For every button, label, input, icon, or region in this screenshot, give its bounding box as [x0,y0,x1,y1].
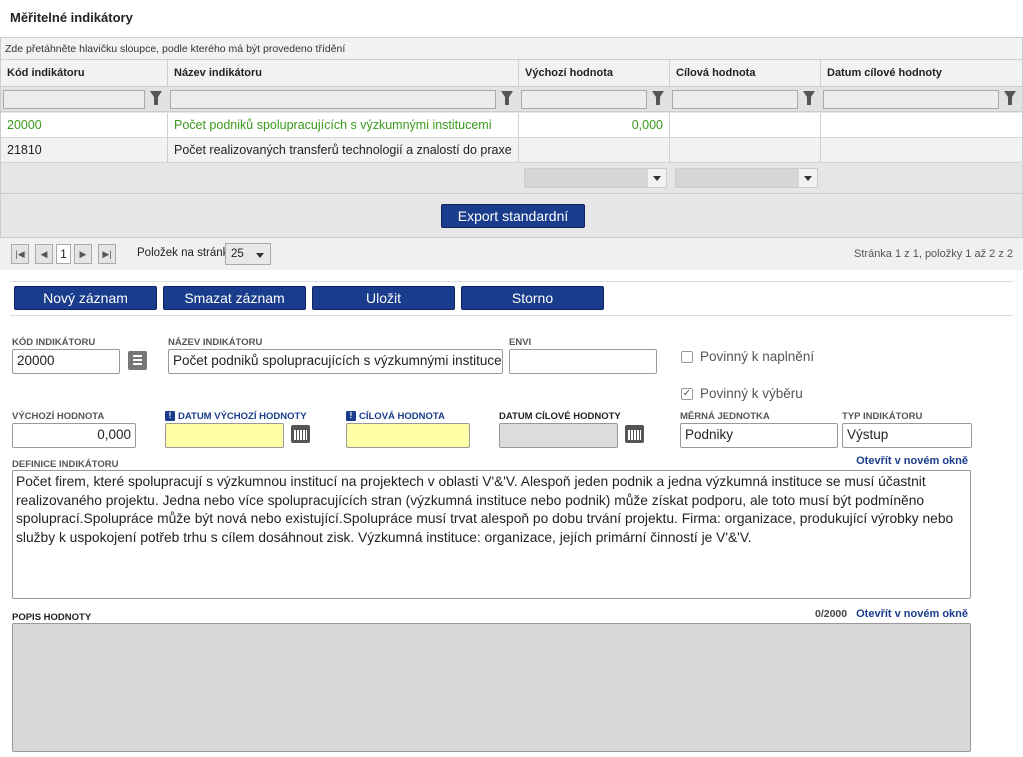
filter-input-base-value[interactable] [521,90,647,109]
base-value-field[interactable]: 0,000 [12,423,136,448]
filter-input-target-date[interactable] [823,90,999,109]
next-page-icon[interactable]: ▶ [74,244,92,264]
envi-label: ENVI [509,337,532,348]
base-date-label-wrap: ! Datum výchozí hodnoty [165,411,307,422]
filter-icon[interactable] [803,91,815,105]
column-header-target-date[interactable]: Datum cílové hodnoty [821,60,1022,87]
pager: |◀ ◀ 1 ▶ ▶| Položek na stránku 25 Stránk… [0,238,1023,270]
last-page-icon[interactable]: ▶| [98,244,116,264]
column-header-name[interactable]: Název indikátoru [168,60,519,87]
target-date-field [499,423,618,448]
required-fill-checkbox[interactable] [681,351,693,363]
pager-summary: Stránka 1 z 1, položky 1 až 2 z 2 [854,248,1013,260]
cell-base-value [519,138,670,163]
column-header-target-value[interactable]: Cílová hodnota [670,60,821,87]
cell-target-value [670,138,821,163]
required-select-label: Povinný k výběru [700,386,803,401]
definition-textarea[interactable]: Počet firem, které spolupracují s výzkum… [12,470,971,599]
prev-page-icon[interactable]: ◀ [35,244,53,264]
new-record-button[interactable]: Nový záznam [14,286,157,310]
group-by-hint: Zde přetáhněte hlavičku sloupce, podle k… [1,38,1022,60]
aggregate-select-target[interactable] [675,168,818,188]
open-definition-new-window-link[interactable]: Otevřít v novém okně [856,455,968,467]
chevron-down-icon [648,169,666,187]
calendar-icon[interactable] [625,425,644,443]
cell-base-value: 0,000 [519,113,670,138]
section-title: Měřitelné indikátory [10,10,133,25]
name-field[interactable]: Počet podniků spolupracujících s výzkumn… [168,349,503,374]
table-row[interactable]: 20000 Počet podniků spolupracujících s v… [1,113,1022,138]
indicator-grid: Zde přetáhněte hlavičku sloupce, podle k… [0,37,1023,238]
per-page-label: Položek na stránku [137,247,235,259]
character-counter: 0/2000 [815,608,848,620]
required-select-checkbox[interactable]: ✓ [681,388,693,400]
name-label: Název indikátoru [168,337,263,348]
page-number-input[interactable]: 1 [56,244,71,264]
cell-target-date [821,138,1022,163]
per-page-value: 25 [231,248,244,260]
filter-icon[interactable] [150,91,162,105]
open-description-new-window-link[interactable]: Otevřít v novém okně [856,608,968,620]
info-icon: ! [346,411,356,422]
first-page-icon[interactable]: |◀ [11,244,29,264]
filter-icon[interactable] [1004,91,1016,105]
unit-label: Měrná jednotka [680,411,770,422]
target-value-label-wrap: ! Cílová hodnota [346,411,445,422]
calendar-icon[interactable] [291,425,310,443]
column-header-code[interactable]: Kód indikátoru [1,60,168,87]
filter-icon[interactable] [652,91,664,105]
chevron-down-icon [256,253,264,258]
cell-target-date [821,113,1022,138]
cell-code: 21810 [1,138,168,163]
export-button[interactable]: Export standardní [441,204,585,228]
chevron-down-icon [799,169,817,187]
aggregate-select-base[interactable] [524,168,667,188]
base-value-label: Výchozí hodnota [12,411,105,422]
cell-name: Počet realizovaných transferů technologi… [168,138,519,163]
filter-input-name[interactable] [170,90,496,109]
filter-input-code[interactable] [3,90,145,109]
target-date-label: Datum cílové hodnoty [499,411,621,422]
filter-icon[interactable] [501,91,513,105]
table-row[interactable]: 21810 Počet realizovaných transferů tech… [1,138,1022,163]
base-date-label: Datum výchozí hodnoty [178,411,307,422]
filter-row [1,87,1022,112]
info-icon: ! [165,411,175,422]
save-button[interactable]: Uložit [312,286,455,310]
cancel-button[interactable]: Storno [461,286,604,310]
envi-field[interactable] [509,349,657,374]
code-label: Kód indikátoru [12,337,96,348]
cell-target-value [670,113,821,138]
value-description-label: Popis hodnoty [12,612,92,623]
list-icon[interactable] [128,351,147,370]
target-value-label: Cílová hodnota [359,411,445,422]
required-fill-label: Povinný k naplnění [700,349,815,364]
indicator-type-field: Výstup [842,423,972,448]
base-date-field[interactable] [165,423,284,448]
unit-field: Podniky [680,423,838,448]
column-header-base-value[interactable]: Výchozí hodnota [519,60,670,87]
filter-input-target-value[interactable] [672,90,798,109]
value-description-textarea [12,623,971,752]
target-value-field[interactable] [346,423,470,448]
indicator-type-label: Typ indikátoru [842,411,923,422]
code-field[interactable]: 20000 [12,349,120,374]
cell-code: 20000 [1,113,168,138]
delete-record-button[interactable]: Smazat záznam [163,286,306,310]
cell-name: Počet podniků spolupracujících s výzkumn… [168,113,519,138]
per-page-select[interactable]: 25 [225,243,271,265]
definition-label: Definice indikátoru [12,459,119,470]
